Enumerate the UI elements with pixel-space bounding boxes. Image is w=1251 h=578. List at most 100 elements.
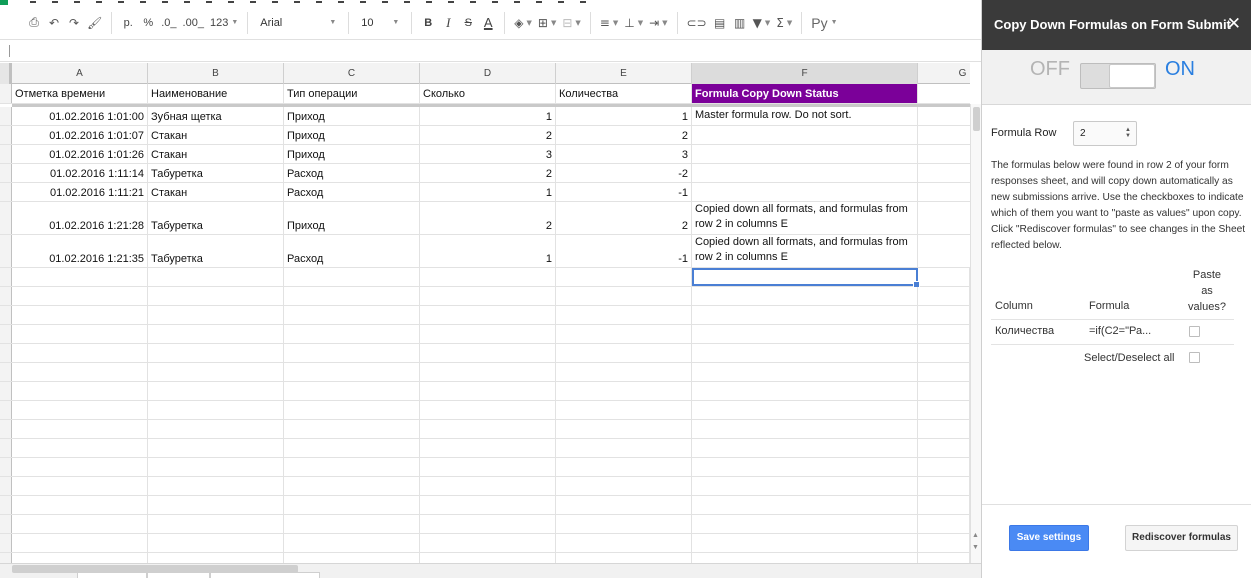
increase-decimal-button[interactable]: .00_ [180, 11, 207, 35]
table-cell[interactable]: 2 [420, 202, 556, 234]
table-cell[interactable]: 1 [420, 183, 556, 201]
header-cell[interactable]: Количества [556, 84, 692, 103]
table-cell[interactable] [284, 515, 420, 533]
row-number[interactable] [0, 420, 12, 438]
table-cell[interactable] [692, 344, 918, 362]
stepper-arrows-icon[interactable]: ▲ ▼ [1125, 127, 1131, 139]
table-cell[interactable] [918, 344, 970, 362]
table-cell[interactable] [692, 439, 918, 457]
status-header-cell[interactable]: Formula Copy Down Status [692, 84, 918, 103]
table-cell[interactable]: Приход [284, 107, 420, 125]
column-header-e[interactable]: E [556, 63, 692, 84]
sheet-tab[interactable] [210, 572, 320, 578]
scroll-down-icon[interactable]: ▼ [972, 544, 979, 551]
table-cell[interactable] [148, 325, 284, 343]
formula-bar[interactable] [0, 41, 981, 62]
table-cell[interactable] [918, 458, 970, 476]
table-cell[interactable] [420, 477, 556, 495]
table-cell[interactable] [12, 420, 148, 438]
table-cell[interactable] [284, 344, 420, 362]
row-number[interactable] [0, 458, 12, 476]
table-cell[interactable] [12, 401, 148, 419]
table-cell[interactable] [148, 268, 284, 286]
table-cell[interactable]: Табуретка [148, 202, 284, 234]
table-cell[interactable] [692, 515, 918, 533]
header-cell[interactable]: Наименование [148, 84, 284, 103]
table-cell[interactable]: Copied down all formats, and formulas fr… [692, 202, 918, 234]
redo-icon[interactable]: ↷ [64, 11, 84, 35]
bold-button[interactable]: B [418, 11, 438, 35]
vertical-align-icon[interactable]: ⊥ ▼ [621, 11, 646, 35]
formula-row-stepper[interactable]: 2 ▲ ▼ [1073, 121, 1137, 146]
borders-icon[interactable]: ⊞ ▼ [535, 11, 559, 35]
table-cell[interactable] [918, 363, 970, 381]
active-cell-selection[interactable] [692, 268, 920, 288]
table-cell[interactable] [918, 325, 970, 343]
table-cell[interactable]: 01.02.2016 1:01:26 [12, 145, 148, 163]
table-cell[interactable] [12, 458, 148, 476]
table-cell[interactable] [918, 382, 970, 400]
table-cell[interactable] [148, 363, 284, 381]
row-number[interactable] [0, 496, 12, 514]
column-header-b[interactable]: B [148, 63, 284, 84]
row-number[interactable] [0, 534, 12, 552]
table-cell[interactable] [556, 382, 692, 400]
table-cell[interactable] [420, 458, 556, 476]
table-cell[interactable] [692, 363, 918, 381]
undo-icon[interactable]: ↶ [44, 11, 64, 35]
vertical-scrollbar[interactable]: ▲ ▼ [970, 104, 981, 564]
table-cell[interactable] [284, 534, 420, 552]
row-number[interactable] [0, 164, 12, 182]
table-cell[interactable] [692, 306, 918, 324]
table-cell[interactable] [284, 325, 420, 343]
toggle-on-label[interactable]: ON [1165, 58, 1195, 81]
functions-icon[interactable]: Σ ▼ [773, 11, 795, 35]
table-cell[interactable]: 01.02.2016 1:11:14 [12, 164, 148, 182]
table-cell[interactable] [284, 268, 420, 286]
table-cell[interactable] [284, 287, 420, 305]
table-cell[interactable]: Стакан [148, 183, 284, 201]
column-header-c[interactable]: C [284, 63, 420, 84]
table-cell[interactable] [692, 126, 918, 144]
table-cell[interactable] [12, 496, 148, 514]
table-cell[interactable] [420, 382, 556, 400]
row-number[interactable] [0, 306, 12, 324]
input-tools-button[interactable]: Ру ▼ [808, 11, 840, 35]
row-number[interactable] [0, 183, 12, 201]
scrollbar-thumb[interactable] [973, 107, 980, 131]
merge-cells-icon[interactable]: ⊟ ▼ [559, 11, 583, 35]
table-cell[interactable] [284, 382, 420, 400]
table-cell[interactable] [12, 344, 148, 362]
table-cell[interactable] [420, 268, 556, 286]
scroll-up-icon[interactable]: ▲ [972, 532, 979, 539]
table-cell[interactable] [918, 496, 970, 514]
table-cell[interactable] [148, 439, 284, 457]
table-cell[interactable] [148, 287, 284, 305]
table-cell[interactable] [556, 401, 692, 419]
toggle-off-label[interactable]: OFF [1030, 58, 1070, 81]
row-number[interactable] [0, 325, 12, 343]
table-cell[interactable] [148, 401, 284, 419]
table-cell[interactable]: 01.02.2016 1:21:35 [12, 235, 148, 267]
table-cell[interactable] [692, 325, 918, 343]
table-cell[interactable] [12, 534, 148, 552]
table-cell[interactable]: Приход [284, 145, 420, 163]
table-cell[interactable] [556, 344, 692, 362]
table-cell[interactable] [284, 306, 420, 324]
table-cell[interactable] [284, 477, 420, 495]
table-cell[interactable] [284, 439, 420, 457]
text-color-button[interactable]: A [478, 11, 498, 35]
table-cell[interactable] [420, 515, 556, 533]
table-cell[interactable] [692, 183, 918, 201]
table-cell[interactable] [12, 382, 148, 400]
table-cell[interactable]: Приход [284, 126, 420, 144]
table-cell[interactable] [420, 496, 556, 514]
table-cell[interactable] [918, 401, 970, 419]
table-cell[interactable] [148, 534, 284, 552]
table-cell[interactable]: Расход [284, 235, 420, 267]
table-cell[interactable] [692, 534, 918, 552]
paste-as-values-checkbox[interactable] [1189, 326, 1200, 337]
table-cell[interactable] [12, 325, 148, 343]
table-cell[interactable] [12, 477, 148, 495]
table-cell[interactable]: 01.02.2016 1:01:00 [12, 107, 148, 125]
